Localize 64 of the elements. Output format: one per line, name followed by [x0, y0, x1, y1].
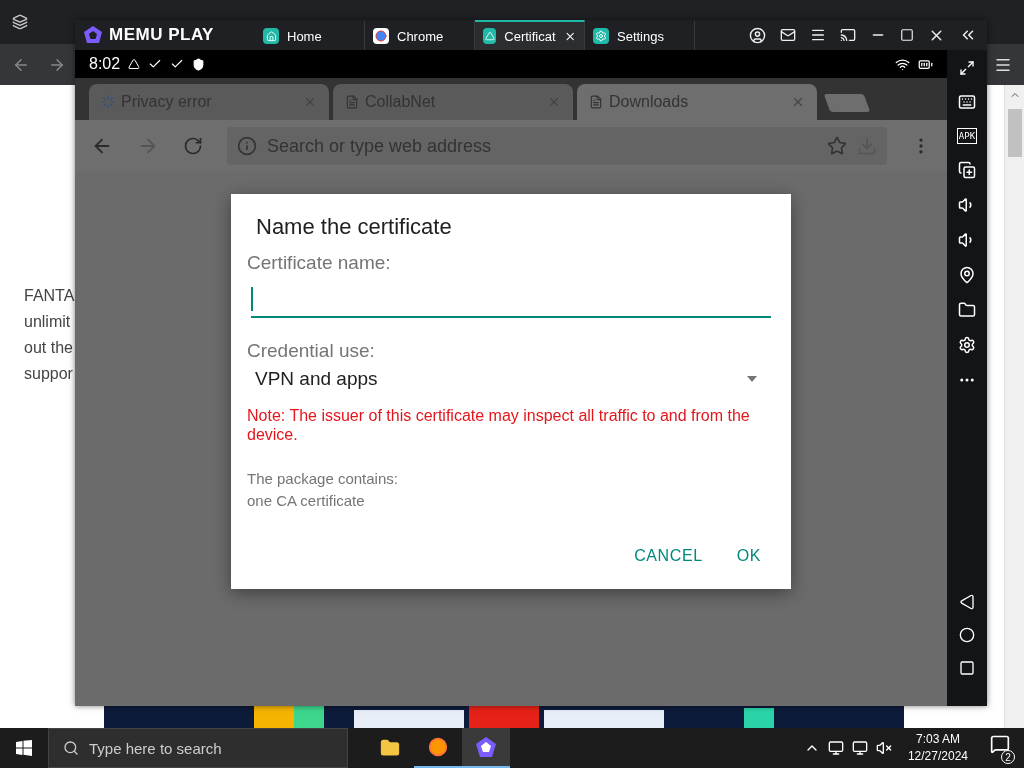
muted-speaker-icon[interactable] — [875, 740, 892, 756]
document-icon — [589, 95, 603, 109]
wifi-icon — [895, 56, 910, 72]
scroll-thumb[interactable] — [1007, 109, 1022, 157]
credential-dropdown[interactable]: VPN and apps — [247, 362, 771, 396]
folder-icon[interactable] — [958, 301, 976, 319]
notification-count: 2 — [1001, 750, 1015, 764]
clock[interactable]: 7:03 AM 12/27/2024 — [899, 731, 976, 765]
recents-nav-icon[interactable] — [959, 660, 975, 676]
back-nav-icon[interactable] — [959, 594, 975, 610]
status-time: 8:02 — [89, 55, 121, 73]
document-icon — [345, 95, 359, 109]
search-placeholder: Type here to search — [89, 739, 222, 757]
page-text: out the — [24, 338, 73, 358]
android-icon — [483, 28, 497, 44]
scrollbar[interactable] — [1004, 85, 1024, 728]
emulator-button[interactable] — [462, 728, 510, 768]
home-icon — [263, 28, 279, 44]
page-text: unlimit — [24, 312, 71, 332]
check-icon — [170, 57, 185, 71]
maximize-icon[interactable] — [900, 28, 914, 42]
search-icon — [63, 740, 79, 756]
browser-icon — [373, 28, 389, 44]
check-icon — [148, 57, 163, 71]
field-label: Credential use: — [247, 340, 376, 362]
dialog-title: Name the certificate — [255, 214, 453, 240]
display-icon[interactable] — [827, 740, 844, 756]
warning-text: Note: The issuer of this certificate may inspect all traffic to and from the device. — [247, 406, 751, 444]
home-nav-icon[interactable] — [959, 627, 975, 643]
account-icon[interactable] — [749, 26, 766, 44]
dropdown-arrow-icon — [747, 376, 757, 382]
pentagon-icon — [475, 736, 497, 758]
fullscreen-icon[interactable] — [959, 60, 975, 76]
star-icon[interactable] — [827, 136, 847, 156]
settings-icon[interactable] — [958, 336, 976, 354]
reload-icon[interactable] — [183, 136, 203, 156]
cast-icon[interactable] — [840, 27, 856, 43]
info-icon — [237, 136, 257, 156]
notification-button[interactable]: 2 — [984, 731, 1016, 765]
loading-icon — [101, 95, 115, 109]
multi-instance-icon[interactable] — [958, 161, 976, 179]
brand-logo: MEMU PLAY — [75, 25, 255, 45]
mail-icon[interactable] — [780, 27, 796, 43]
cancel-button[interactable]: CANCEL — [624, 539, 713, 573]
package-content: one CA certificate — [247, 491, 366, 511]
windows-icon — [16, 740, 32, 756]
apk-install-button[interactable]: APK — [956, 128, 978, 144]
folder-icon — [380, 738, 400, 758]
location-icon[interactable] — [958, 266, 976, 284]
taskbar-search[interactable]: Type here to search — [48, 728, 348, 768]
new-tab-button[interactable] — [823, 94, 871, 112]
emulator-tab[interactable]: Certificat — [475, 20, 585, 50]
field-label: Certificate name: — [247, 252, 392, 274]
gear-icon — [593, 28, 609, 44]
message-icon — [990, 734, 1010, 754]
package-label: The package contains: — [247, 469, 399, 489]
shield-icon — [192, 57, 206, 71]
menu-icon[interactable] — [810, 27, 826, 43]
page-text: FANTA — [24, 286, 75, 306]
page-text: suppor — [24, 364, 73, 384]
tab-actions-icon[interactable] — [12, 14, 28, 30]
browser-icon — [428, 737, 448, 757]
ok-button[interactable]: OK — [726, 539, 771, 573]
keyboard-icon[interactable] — [958, 93, 976, 111]
